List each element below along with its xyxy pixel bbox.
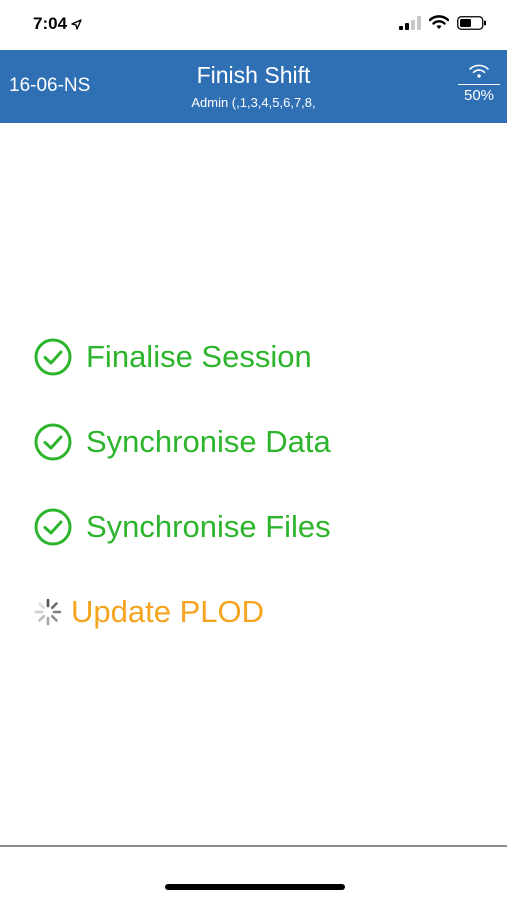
page-subtitle: Admin (,1,3,4,5,6,7,8, [191,95,316,110]
status-time: 7:04 [33,14,82,34]
step-label: Synchronise Files [86,509,331,544]
signal-percent: 50% [463,87,495,104]
step-label: Synchronise Data [86,424,331,459]
step-label: Update PLOD [71,594,264,629]
spinner-icon [33,597,63,627]
step-synchronise-files: Synchronise Files [33,505,493,549]
check-circle-icon [33,507,73,547]
cellular-signal-icon [399,15,421,30]
signal-status[interactable]: 50% [458,64,500,104]
location-arrow-icon [71,18,82,30]
step-finalise-session: Finalise Session [33,335,493,379]
home-indicator[interactable] [165,884,345,890]
app-header: 16-06-NS Finish Shift Admin (,1,3,4,5,6,… [0,50,507,123]
wifi-icon [429,15,449,29]
step-synchronise-data: Synchronise Data [33,420,493,464]
finish-shift-screen: 7:04 16-06-NS Finish Shift Admin (,1,3,4… [0,0,507,900]
status-icons [399,15,487,30]
page-title: Finish Shift [196,62,311,88]
header-title-block: Finish Shift Admin (,1,3,4,5,6,7,8, [0,61,507,110]
status-time-text: 7:04 [33,14,68,33]
signal-divider [458,84,500,85]
status-bar: 7:04 [0,0,507,50]
battery-icon [457,15,486,30]
bottom-divider [0,845,507,847]
wifi-signal-icon [469,64,489,78]
check-circle-icon [33,422,73,462]
sync-steps-list: Finalise Session Synchronise Data Synchr… [33,335,493,675]
step-update-plod: Update PLOD [33,590,493,634]
check-circle-icon [33,337,73,377]
step-label: Finalise Session [86,339,312,374]
